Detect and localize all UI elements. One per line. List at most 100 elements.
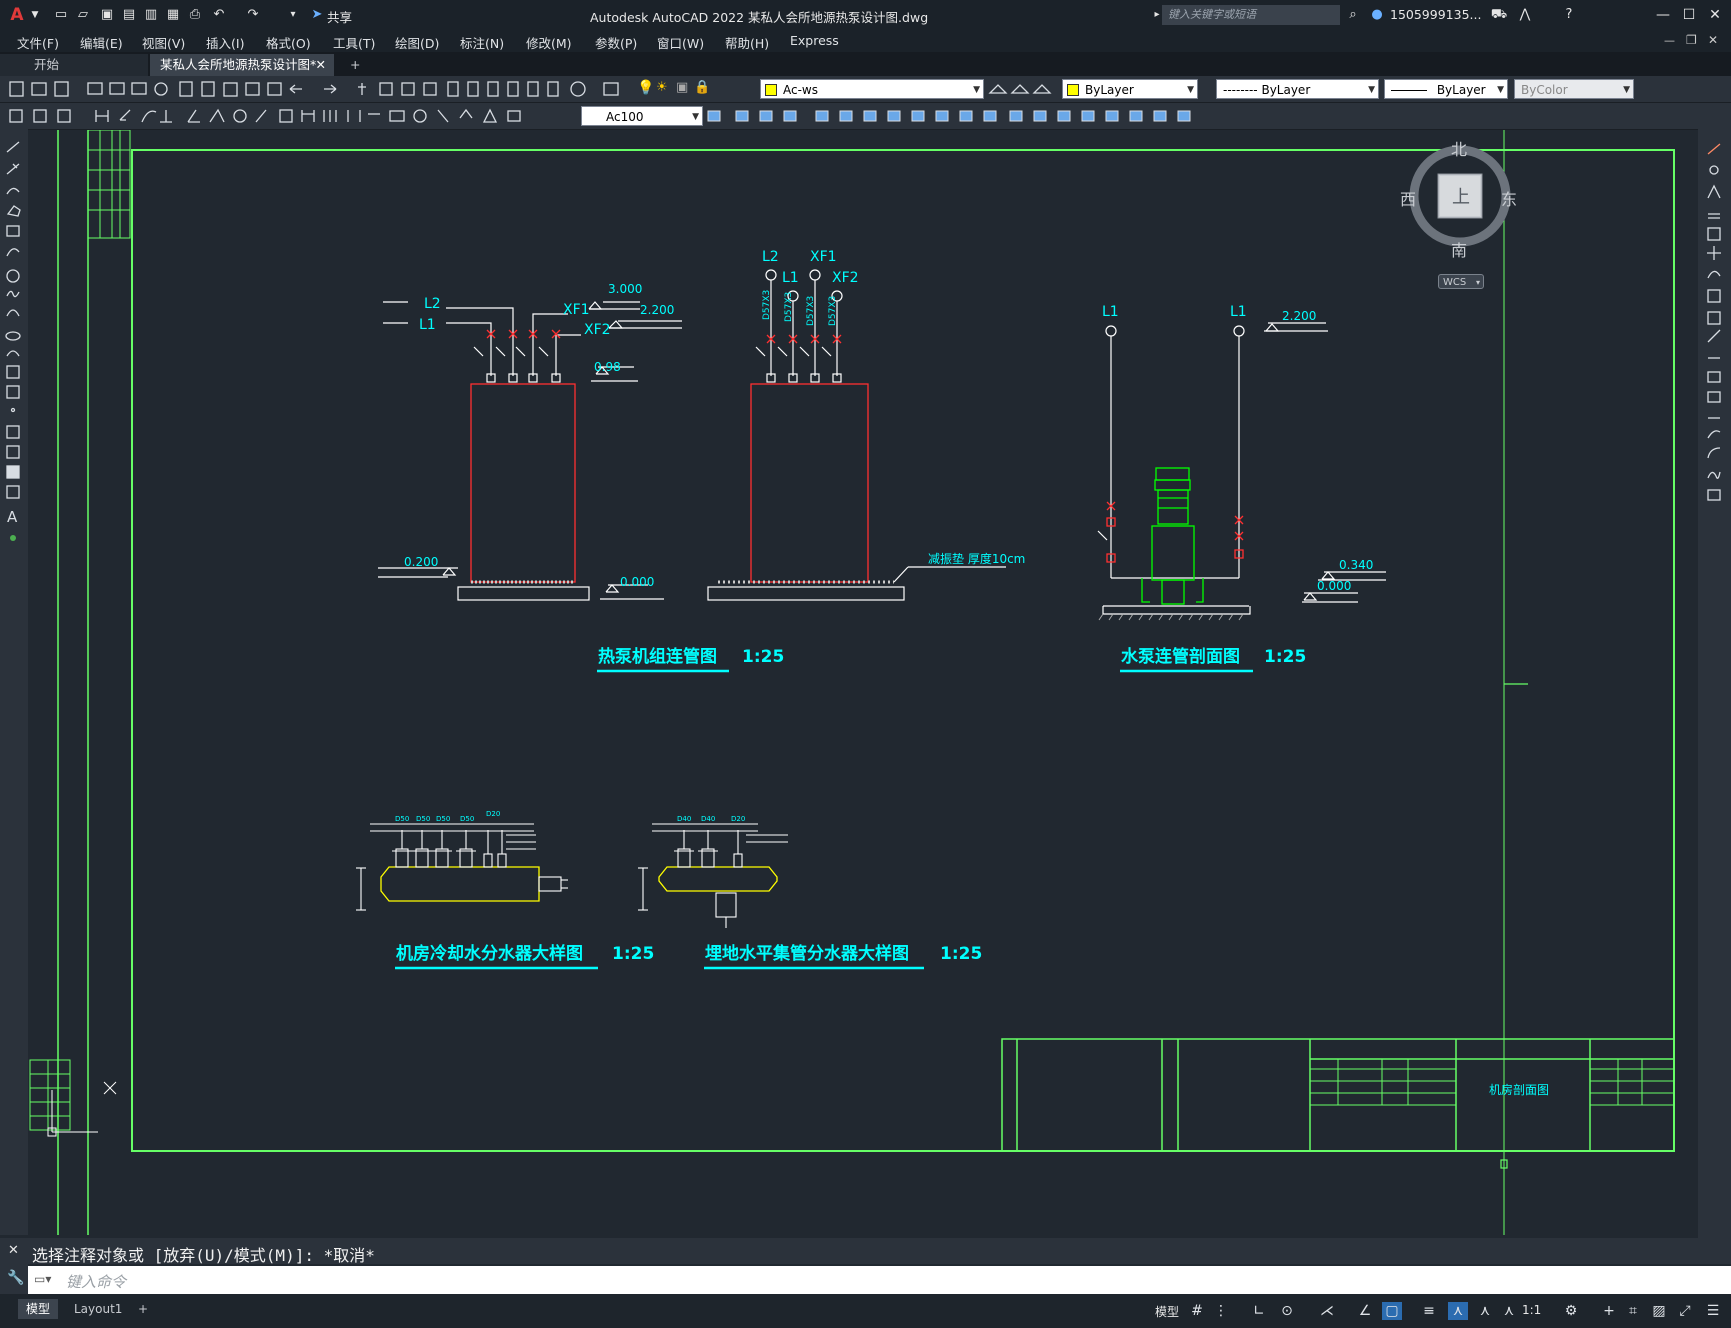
command-prompt-icon[interactable]: ▭▾	[34, 1272, 51, 1286]
tab-add-layout[interactable]: +	[130, 1299, 156, 1319]
layer-bulb-icon[interactable]: 💡	[637, 80, 654, 96]
viewcube-west[interactable]: 西	[1400, 186, 1416, 210]
autocad-a-icon[interactable]: A	[6, 6, 28, 24]
autoscale-icon[interactable]: ⋏	[1500, 1302, 1518, 1320]
cart-icon[interactable]: ⛟	[1490, 6, 1508, 24]
plotstyle-dropdown[interactable]: ByColor ▼	[1514, 79, 1634, 99]
tab-active-document[interactable]: 某私人会所地源热泵设计图* ✕	[150, 54, 334, 76]
drawing-canvas[interactable]: L2 L1 XF1 XF2 3.000 2.200 0.98 0.200 0.0…	[28, 130, 1698, 1235]
layer-sun-icon[interactable]: ☀	[656, 80, 668, 95]
ortho-icon[interactable]: ∟	[1250, 1302, 1268, 1320]
open-folder-icon[interactable]: ▱	[74, 6, 92, 24]
customize-icon[interactable]: ▾	[284, 6, 302, 24]
annotation-scale[interactable]: 1:1	[1522, 1303, 1541, 1317]
share-icon[interactable]: ➤	[308, 6, 326, 24]
save-as-icon[interactable]: ▤	[120, 6, 138, 24]
grid-icon[interactable]: #	[1188, 1302, 1206, 1320]
layer-freeze-icon[interactable]: ▣	[676, 80, 688, 95]
gear-icon[interactable]: ⚙	[1562, 1302, 1580, 1320]
new-tab-button[interactable]: +	[344, 54, 370, 76]
user-icon[interactable]: ●	[1368, 6, 1386, 24]
plot-icon[interactable]: ⎙	[186, 6, 204, 24]
close-button[interactable]: ✕	[1703, 4, 1727, 26]
menu-help[interactable]: 帮助(H)	[725, 33, 769, 52]
minimize-button[interactable]: —	[1651, 4, 1675, 26]
menu-format[interactable]: 格式(O)	[266, 33, 311, 52]
standard-toolbar-icons[interactable]	[8, 79, 668, 99]
doc-close-button[interactable]: ✕	[1708, 33, 1718, 47]
layer-dropdown[interactable]: Ac-ws ▼	[760, 79, 984, 99]
angle-icon[interactable]: ∠	[1356, 1302, 1374, 1320]
linetype-dropdown[interactable]: -------- ByLayer ▼	[1216, 79, 1379, 99]
tab-layout1[interactable]: Layout1	[66, 1299, 130, 1319]
menu-edit[interactable]: 编辑(E)	[80, 33, 123, 52]
annotation-icon[interactable]: ⋏	[1448, 1302, 1468, 1320]
modify-tools-icons[interactable]	[1706, 142, 1726, 542]
share-label[interactable]: 共享	[327, 7, 352, 26]
standard-toolbar: 💡 ☀ ▣ 🔒 Ac-ws ▼ ByLayer ▼ -------- ByLay…	[0, 76, 1731, 103]
modify-toolbar-icons[interactable]	[706, 106, 1216, 126]
title-block	[1001, 1038, 1675, 1152]
viewcube[interactable]: 北 南 东 西 上 WCS ▾	[1400, 138, 1520, 308]
autodesk-app-icon[interactable]: ⋀	[1516, 6, 1534, 24]
isolate-icon[interactable]: ⌗	[1624, 1302, 1642, 1320]
draw-tools-icons[interactable]: A	[4, 138, 26, 598]
snap-icon[interactable]: ⋮	[1212, 1302, 1230, 1320]
menu-view[interactable]: 视图(V)	[142, 33, 185, 52]
user-name[interactable]: 1505999135...	[1390, 7, 1481, 22]
close-command-icon[interactable]: ✕	[8, 1243, 19, 1258]
tab-model[interactable]: 模型	[18, 1299, 59, 1319]
viewcube-south[interactable]: 南	[1451, 237, 1467, 261]
layer-lock-icon[interactable]: 🔒	[694, 80, 710, 95]
menu-draw[interactable]: 绘图(D)	[395, 33, 439, 52]
search-input[interactable]: 键入关键字或短语	[1162, 5, 1340, 25]
open-web-icon[interactable]: ▥	[142, 6, 160, 24]
viewcube-east[interactable]: 东	[1501, 186, 1517, 210]
dimension-toolbar-icons[interactable]	[8, 106, 578, 126]
doc-minimize-button[interactable]: —	[1664, 34, 1675, 47]
redo-icon[interactable]: ↷	[244, 6, 262, 24]
command-line[interactable]: ▭▾ 键入命令	[28, 1266, 1731, 1294]
hardware-accel-icon[interactable]: ▨	[1650, 1302, 1668, 1320]
menu-parametric[interactable]: 参数(P)	[595, 33, 637, 52]
lineweight-icon[interactable]: ≡	[1420, 1302, 1438, 1320]
search-icon[interactable]: ⌕	[1344, 6, 1362, 24]
dim-b-1: D40	[677, 815, 691, 823]
annotation-visibility-icon[interactable]: ⋏	[1476, 1302, 1494, 1320]
plus-icon[interactable]: +	[1600, 1302, 1618, 1320]
doc-restore-button[interactable]: ❐	[1686, 33, 1697, 47]
close-tab-icon[interactable]: ✕	[316, 54, 326, 76]
menu-dimension[interactable]: 标注(N)	[460, 33, 504, 52]
polar-icon[interactable]: ⊙	[1278, 1302, 1296, 1320]
chevron-down-icon[interactable]: ▼	[26, 6, 44, 24]
help-icon[interactable]: ?	[1560, 6, 1578, 24]
save-web-icon[interactable]: ▦	[164, 6, 182, 24]
layer-tools-icons[interactable]	[988, 79, 1060, 99]
customize-menu-icon[interactable]: ☰	[1704, 1302, 1722, 1320]
undo-icon[interactable]: ↶	[210, 6, 228, 24]
command-input[interactable]: 键入命令	[66, 1271, 126, 1292]
new-file-icon[interactable]: ▭	[52, 6, 70, 24]
osnap-icon[interactable]: ▢	[1382, 1302, 1402, 1320]
menu-window[interactable]: 窗口(W)	[657, 33, 704, 52]
viewcube-north[interactable]: 北	[1451, 136, 1467, 160]
lineweight-dropdown[interactable]: ByLayer ▼	[1384, 79, 1508, 99]
save-icon[interactable]: ▣	[98, 6, 116, 24]
menu-tools[interactable]: 工具(T)	[333, 33, 375, 52]
model-space-label[interactable]: 模型	[1155, 1303, 1179, 1320]
clean-screen-icon[interactable]: ⤢	[1676, 1302, 1694, 1320]
tab-start[interactable]: 开始	[0, 54, 148, 76]
dimstyle-dropdown[interactable]: Ac100 ▼	[581, 106, 703, 126]
osnap-track-icon[interactable]: ⋌	[1318, 1302, 1336, 1320]
color-dropdown[interactable]: ByLayer ▼	[1062, 79, 1198, 99]
menu-express[interactable]: Express	[790, 33, 839, 48]
menu-modify[interactable]: 修改(M)	[526, 33, 572, 52]
viewcube-top-face[interactable]: 上	[1452, 183, 1470, 209]
menu-insert[interactable]: 插入(I)	[206, 33, 244, 52]
title-bar: A ▼ ▭ ▱ ▣ ▤ ▥ ▦ ⎙ ↶ ↷ ▾ ➤ 共享 Autodesk Au…	[0, 0, 1731, 30]
menu-file[interactable]: 文件(F)	[17, 33, 59, 52]
view-scale-2: 1:25	[1264, 647, 1306, 667]
maximize-button[interactable]: ☐	[1677, 4, 1701, 26]
wcs-dropdown[interactable]: WCS ▾	[1438, 274, 1484, 289]
wrench-icon[interactable]: 🔧	[7, 1270, 24, 1286]
